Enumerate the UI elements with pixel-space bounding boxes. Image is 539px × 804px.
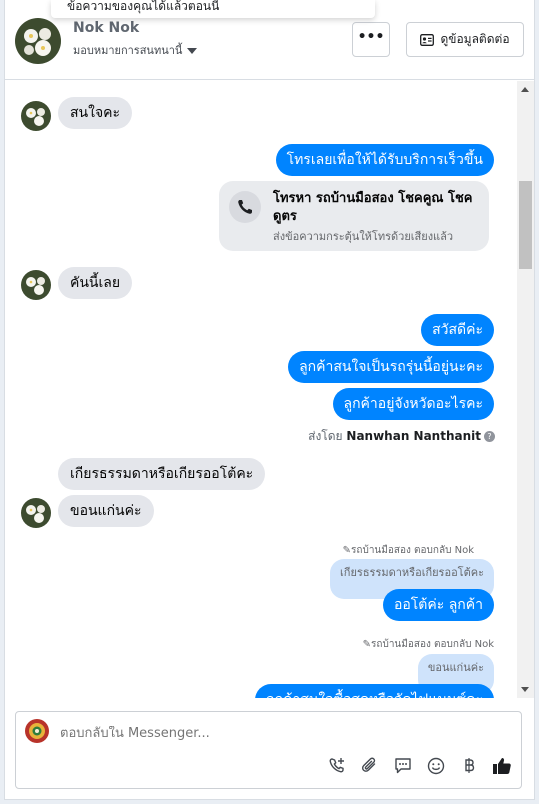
reply-input[interactable] (60, 726, 460, 741)
message-incoming[interactable]: เกียรธรรมดาหรือเกียรออโต้คะ (58, 458, 266, 490)
sent-by-name: Nanwhan Nanthanit (346, 429, 481, 443)
contact-avatar-small (21, 101, 51, 131)
call-card-title: โทรหา รถบ้านมือสอง โชคคูณ โชคดูตร (273, 191, 473, 224)
message-incoming[interactable]: คันนี้เลย (58, 267, 133, 299)
reply-header-text: รถบ้านมือสอง ตอบกลับ Nok (371, 639, 494, 650)
sent-by-label: ส่งโดย Nanwhan Nanthanit? (308, 427, 495, 446)
message-outgoing[interactable]: สวัสดีค่ะ (421, 314, 494, 346)
attach-icon[interactable] (359, 755, 381, 777)
currency-icon[interactable] (458, 755, 480, 777)
message-outgoing[interactable]: ลูกค้าสนใจเป็นรถรุ่นนี้อยู่นะคะ (288, 351, 494, 383)
help-icon[interactable]: ? (484, 431, 495, 442)
scroll-down-icon[interactable] (521, 687, 529, 692)
reply-arrow-icon: ✎ (362, 639, 372, 650)
view-contact-label: ดูข้อมูลติดต่อ (440, 32, 510, 46)
call-add-icon[interactable] (326, 755, 348, 777)
contact-avatar-small (21, 498, 51, 528)
call-card-subtitle: ส่งข้อความกระตุ้นให้โทรด้วยเสียงแล้ว (273, 230, 454, 243)
caret-down-icon (187, 48, 198, 54)
reply-header-text: รถบ้านมือสอง ตอบกลับ Nok (351, 545, 474, 556)
more-options-button[interactable]: ••• (352, 22, 390, 57)
more-icon: ••• (357, 29, 385, 45)
phone-icon (229, 191, 261, 223)
message-incoming[interactable]: ขอนแก่นค่ะ (58, 495, 154, 527)
contact-card-icon (420, 33, 435, 46)
toast-notification: ข้อความของคุณได้แล้วตอนนี้ (51, 0, 375, 18)
scroll-up-icon[interactable] (521, 87, 529, 92)
message-outgoing[interactable]: โทรเลยเพื่อให้ได้รับบริการเร็วขึ้น (275, 144, 494, 176)
assign-conversation[interactable]: มอบหมายการสนทนานี้ (73, 41, 198, 59)
composer-toolbar (326, 755, 513, 777)
reply-arrow-icon: ✎ (342, 545, 352, 556)
contact-avatar[interactable] (15, 18, 61, 64)
scrollbar-thumb[interactable] (519, 181, 532, 269)
saved-reply-icon[interactable] (392, 755, 414, 777)
view-contact-button[interactable]: ดูข้อมูลติดต่อ (406, 22, 524, 57)
contact-avatar-small (21, 270, 51, 300)
message-outgoing[interactable]: ลูกค้าอยู่จังหวัดอะไรคะ (332, 388, 494, 420)
sent-by-prefix: ส่งโดย (308, 429, 343, 443)
contact-name: Nok Nok (73, 20, 140, 36)
reply-header: ✎รถบ้านมือสอง ตอบกลับ Nok (363, 637, 494, 652)
message-composer[interactable] (15, 711, 522, 789)
messenger-panel: ข้อความของคุณได้แล้วตอนนี้ Nok Nok มอบหม… (4, 0, 535, 800)
message-list[interactable]: สนใจคะ โทรเลยเพื่อให้ได้รับบริการเร็วขึ้… (5, 81, 534, 698)
assign-label: มอบหมายการสนทนานี้ (73, 44, 183, 57)
thumbs-up-icon[interactable] (491, 755, 513, 777)
emoji-icon[interactable] (425, 755, 447, 777)
call-prompt-card[interactable]: โทรหา รถบ้านมือสอง โชคคูณ โชคดูตร ส่งข้อ… (219, 181, 489, 251)
message-scrollbar[interactable] (517, 81, 534, 698)
conversation-header: ข้อความของคุณได้แล้วตอนนี้ Nok Nok มอบหม… (5, 0, 534, 80)
message-outgoing[interactable]: ออโต้ค่ะ ลูกค้า (382, 589, 494, 621)
reply-header: ✎รถบ้านมือสอง ตอบกลับ Nok (343, 543, 474, 558)
message-incoming[interactable]: สนใจคะ (58, 97, 133, 129)
page-avatar (25, 719, 49, 743)
message-outgoing[interactable]: ลูกค้าสนใจซื้อสดหรือจัดไฟแนนซ์คะ (255, 684, 494, 698)
